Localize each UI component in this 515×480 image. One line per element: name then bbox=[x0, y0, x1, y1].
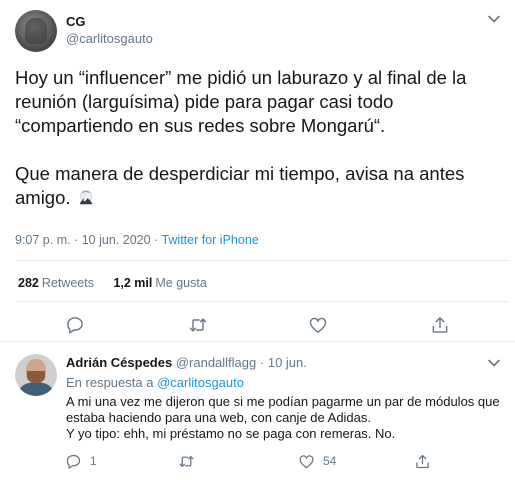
reply-button[interactable]: 1 bbox=[65, 452, 97, 470]
chevron-down-icon[interactable] bbox=[486, 355, 502, 371]
face-palm-icon bbox=[79, 189, 92, 205]
share-icon bbox=[416, 454, 429, 468]
likes-count: 1,2 mil bbox=[113, 276, 153, 290]
reply-icon bbox=[66, 454, 81, 469]
reply-count: 1 bbox=[90, 454, 97, 468]
like-icon[interactable] bbox=[308, 315, 328, 335]
retweets-label: Retweets bbox=[41, 276, 94, 290]
retweets-count: 282 bbox=[18, 276, 39, 290]
reply-actions: 1 54 bbox=[0, 452, 515, 470]
reply-text: A mi una vez me dijeron que si me podían… bbox=[66, 394, 506, 442]
user-handle[interactable]: @carlitosgauto bbox=[66, 31, 153, 46]
tweet-paragraph: Que manera de desperdiciar mi tiempo, av… bbox=[15, 162, 510, 210]
tweet-text: Hoy un “influencer” me pidió un laburazo… bbox=[15, 66, 510, 210]
retweets-stat[interactable]: 282 Retweets bbox=[18, 276, 94, 290]
tweet-paragraph: Hoy un “influencer” me pidió un laburazo… bbox=[15, 67, 467, 136]
tweet-meta: 9:07 p. m. · 10 jun. 2020 · Twitter for … bbox=[15, 233, 259, 247]
like-count: 54 bbox=[323, 454, 337, 468]
divider bbox=[15, 260, 509, 261]
main-tweet: CG @carlitosgauto Hoy un “influencer” me… bbox=[0, 0, 515, 340]
tweet-time[interactable]: 9:07 p. m. bbox=[15, 233, 71, 247]
reply-tweet[interactable]: Adrián Céspedes @randallflagg · 10 jun. … bbox=[0, 342, 515, 480]
meta-separator: · bbox=[74, 233, 79, 247]
tweet-source-link[interactable]: Twitter for iPhone bbox=[161, 233, 258, 247]
divider bbox=[15, 301, 509, 302]
mention-link[interactable]: @carlitosgauto bbox=[157, 375, 244, 390]
reply-header: Adrián Céspedes @randallflagg · 10 jun. bbox=[66, 355, 307, 370]
meta-separator: · bbox=[154, 233, 159, 247]
in-reply-to-label: En respuesta a bbox=[66, 375, 154, 390]
share-button[interactable] bbox=[414, 452, 431, 470]
reply-paragraph: Y yo tipo: ehh, mi préstamo no se paga c… bbox=[66, 426, 396, 441]
avatar[interactable] bbox=[15, 354, 57, 396]
likes-stat[interactable]: 1,2 mil Me gusta bbox=[113, 276, 206, 290]
avatar[interactable] bbox=[15, 10, 57, 52]
tweet-stats: 282 Retweets 1,2 mil Me gusta bbox=[18, 276, 207, 290]
tweet-actions bbox=[0, 315, 515, 335]
like-icon bbox=[299, 454, 314, 468]
reply-date[interactable]: 10 jun. bbox=[268, 355, 307, 370]
retweet-icon[interactable] bbox=[188, 315, 208, 335]
reply-icon[interactable] bbox=[65, 315, 85, 335]
tweet-date[interactable]: 10 jun. 2020 bbox=[82, 233, 151, 247]
reply-user-name[interactable]: Adrián Céspedes bbox=[66, 355, 172, 370]
reply-paragraph: A mi una vez me dijeron que si me podían… bbox=[66, 394, 500, 425]
chevron-down-icon[interactable] bbox=[486, 11, 502, 27]
in-reply-to: En respuesta a @carlitosgauto bbox=[66, 375, 244, 390]
like-button[interactable]: 54 bbox=[298, 452, 336, 470]
user-name[interactable]: CG bbox=[66, 14, 86, 29]
likes-label: Me gusta bbox=[155, 276, 207, 290]
reply-user-handle[interactable]: @randallflagg bbox=[176, 355, 256, 370]
meta-separator: · bbox=[259, 355, 265, 370]
retweet-icon bbox=[179, 455, 194, 467]
share-icon[interactable] bbox=[430, 315, 450, 335]
retweet-button[interactable] bbox=[178, 452, 203, 470]
